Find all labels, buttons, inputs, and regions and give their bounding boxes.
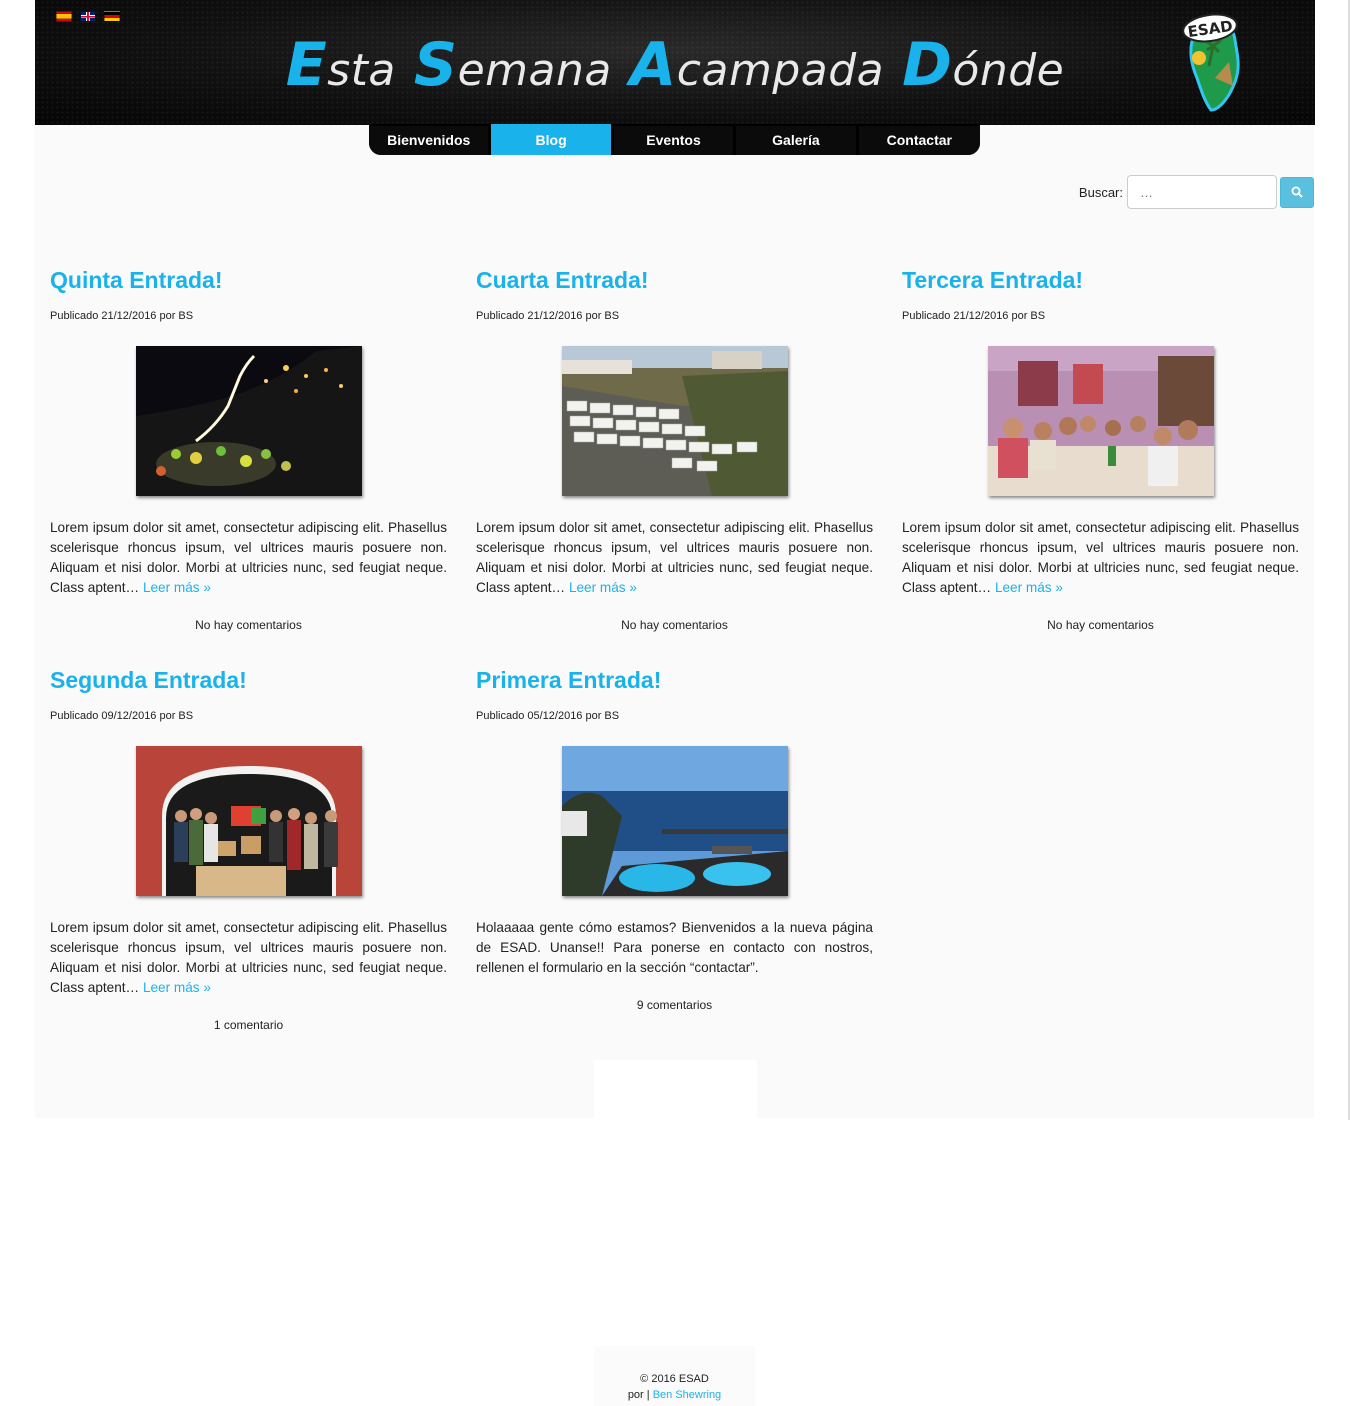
post-title[interactable]: Cuarta Entrada! xyxy=(476,265,873,295)
post-title[interactable]: Quinta Entrada! xyxy=(50,265,447,295)
comments-link[interactable]: No hay comentarios xyxy=(50,618,447,632)
author-link[interactable]: Ben Shewring xyxy=(653,1389,722,1401)
nav-item-eventos[interactable]: Eventos xyxy=(613,124,734,155)
group-dinner-photo[interactable] xyxy=(987,346,1214,496)
post-excerpt: Lorem ipsum dolor sit amet, consectetur … xyxy=(902,520,1299,595)
language-switcher xyxy=(56,11,120,22)
sea-pools-photo[interactable] xyxy=(561,746,788,896)
post-meta: Publicado 09/12/2016 por BS xyxy=(50,710,194,722)
post-meta: Publicado 05/12/2016 por BS xyxy=(476,710,620,722)
pagination-area xyxy=(594,1060,757,1120)
title-word: Dónde xyxy=(902,30,1065,100)
nav-item-blog[interactable]: Blog xyxy=(491,124,611,155)
site-title[interactable]: Esta Semana Acampada Dónde xyxy=(35,30,1315,100)
read-more-link[interactable]: Leer más » xyxy=(143,580,211,595)
title-word: Esta xyxy=(285,30,396,100)
post-excerpt: Lorem ipsum dolor sit amet, consectetur … xyxy=(476,520,873,595)
blog-post: Cuarta Entrada! Publicado 21/12/2016 por… xyxy=(476,265,873,632)
footer-credit: por | Ben Shewring xyxy=(627,1389,722,1401)
nav-item-contactar[interactable]: Contactar xyxy=(858,124,980,155)
search-form: Buscar: xyxy=(1079,175,1314,209)
search-label: Buscar: xyxy=(1078,184,1123,200)
title-word: Semana xyxy=(413,30,612,100)
blog-post: Segunda Entrada! Publicado 09/12/2016 po… xyxy=(50,665,447,1032)
read-more-link[interactable]: Leer más » xyxy=(995,580,1063,595)
comments-link[interactable]: 9 comentarios xyxy=(476,998,873,1012)
esad-island-logo[interactable]: ESAD xyxy=(1175,6,1249,112)
post-excerpt: Lorem ipsum dolor sit amet, consectetur … xyxy=(50,520,447,595)
search-input[interactable] xyxy=(1127,175,1277,209)
post-excerpt: Holaaaaa gente cómo estamos? Bienvenidos… xyxy=(476,920,873,975)
search-button[interactable] xyxy=(1280,176,1314,208)
night-procession-photo[interactable] xyxy=(135,346,362,496)
read-more-link[interactable]: Leer más » xyxy=(569,580,637,595)
post-title[interactable]: Tercera Entrada! xyxy=(902,265,1299,295)
post-meta: Publicado 21/12/2016 por BS xyxy=(902,310,1046,322)
group-donation-photo[interactable] xyxy=(135,746,362,896)
nav-item-galeria[interactable]: Galería xyxy=(736,124,856,155)
read-more-link[interactable]: Leer más » xyxy=(143,980,211,995)
blog-post: Quinta Entrada! Publicado 21/12/2016 por… xyxy=(50,265,447,632)
title-word: Acampada xyxy=(629,30,885,100)
comments-link[interactable]: No hay comentarios xyxy=(902,618,1299,632)
post-title[interactable]: Primera Entrada! xyxy=(476,665,873,695)
post-excerpt: Lorem ipsum dolor sit amet, consectetur … xyxy=(50,920,447,995)
post-meta: Publicado 21/12/2016 por BS xyxy=(50,310,194,322)
copyright-text: © 2016 ESAD xyxy=(640,1373,709,1385)
search-icon xyxy=(1291,186,1303,198)
post-title[interactable]: Segunda Entrada! xyxy=(50,665,447,695)
german-flag-icon[interactable] xyxy=(104,11,120,22)
blog-post: Tercera Entrada! Publicado 21/12/2016 po… xyxy=(902,265,1299,632)
caravans-parking-photo[interactable] xyxy=(561,346,788,496)
english-flag-icon[interactable] xyxy=(80,11,96,22)
main-nav: Bienvenidos Blog Eventos Galería Contact… xyxy=(369,124,980,155)
site-footer: © 2016 ESAD por | Ben Shewring xyxy=(594,1346,755,1406)
comments-link[interactable]: 1 comentario xyxy=(50,1018,447,1032)
post-meta: Publicado 21/12/2016 por BS xyxy=(476,310,620,322)
main-content: Buscar: Quinta Entrada! Publicado 21/12/… xyxy=(35,125,1314,1118)
nav-item-bienvenidos[interactable]: Bienvenidos xyxy=(369,124,489,155)
site-header: Esta Semana Acampada Dónde ESAD xyxy=(35,0,1315,125)
blog-post: Primera Entrada! Publicado 05/12/2016 po… xyxy=(476,665,873,1012)
spanish-flag-icon[interactable] xyxy=(56,11,72,22)
comments-link[interactable]: No hay comentarios xyxy=(476,618,873,632)
